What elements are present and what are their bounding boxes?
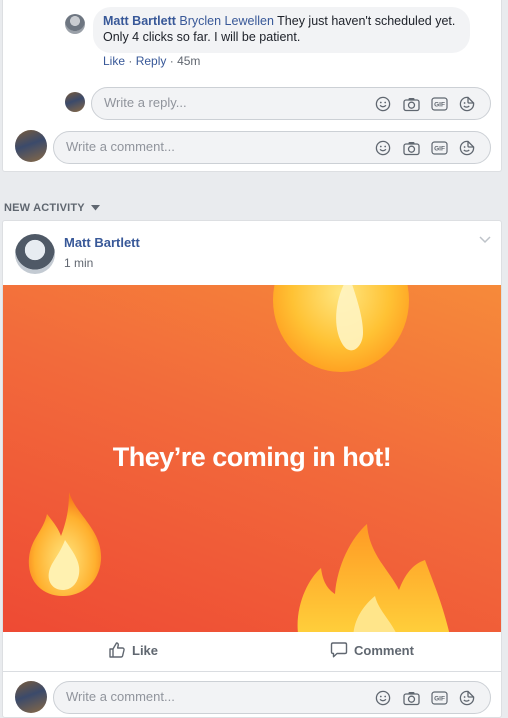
new-activity-header[interactable]: NEW ACTIVITY	[4, 202, 100, 214]
gif-icon[interactable]: GIF	[430, 689, 448, 707]
flame-icon	[28, 492, 102, 596]
banner-headline: They’re coming in hot!	[112, 442, 392, 472]
comment-bubble: Matt Bartlett Bryclen Lewellen They just…	[93, 7, 470, 53]
reply-tools: GIF	[374, 95, 476, 113]
chevron-down-icon[interactable]	[479, 233, 491, 247]
comment-tools: GIF	[374, 689, 476, 707]
reply-input[interactable]	[104, 95, 354, 110]
comment-input[interactable]	[66, 139, 316, 154]
flame-icon	[273, 285, 409, 372]
post-banner[interactable]: They’re coming in hot!	[3, 285, 501, 632]
reply-box: GIF	[91, 87, 491, 120]
comment-label: Comment	[354, 642, 414, 658]
thumbs-up-icon	[109, 642, 125, 658]
sticker-icon[interactable]	[458, 139, 476, 157]
gif-icon[interactable]: GIF	[430, 95, 448, 113]
svg-text:GIF: GIF	[434, 102, 445, 109]
comment-meta: Like · Reply · 45m	[103, 54, 200, 68]
svg-text:GIF: GIF	[434, 696, 445, 703]
current-user-avatar	[15, 681, 47, 713]
svg-text:GIF: GIF	[434, 146, 445, 153]
comment-like-link[interactable]: Like	[103, 54, 125, 68]
post-card: Matt Bartlett 1 min They’re coming in ho…	[2, 220, 502, 718]
post-timestamp[interactable]: 1 min	[64, 256, 93, 270]
comment-timestamp[interactable]: 45m	[177, 54, 200, 68]
sticker-icon[interactable]	[458, 95, 476, 113]
caret-down-icon	[90, 205, 100, 211]
comment-input[interactable]	[66, 689, 316, 704]
previous-post-card: Matt Bartlett Bryclen Lewellen They just…	[2, 0, 502, 172]
comment-tagged-user[interactable]: Bryclen Lewellen	[179, 14, 274, 28]
comment-tools: GIF	[374, 139, 476, 157]
sticker-icon[interactable]	[458, 689, 476, 707]
comment-reply-link[interactable]: Reply	[136, 54, 167, 68]
section-label: NEW ACTIVITY	[4, 202, 85, 214]
comment-author-avatar[interactable]	[65, 14, 85, 34]
comment-box: GIF	[53, 131, 491, 164]
post-author-name[interactable]: Matt Bartlett	[64, 235, 140, 250]
gif-icon[interactable]: GIF	[430, 139, 448, 157]
comment-button[interactable]: Comment	[330, 641, 414, 659]
like-label: Like	[132, 642, 159, 658]
post-actions: Like Comment	[3, 632, 501, 672]
smiley-icon[interactable]	[374, 689, 392, 707]
meta-separator: ·	[169, 54, 174, 68]
post-author-avatar[interactable]	[15, 234, 55, 274]
like-button[interactable]: Like	[108, 641, 158, 659]
current-user-avatar	[65, 92, 85, 112]
flame-icon	[297, 524, 450, 632]
camera-icon[interactable]	[402, 689, 420, 707]
smiley-icon[interactable]	[374, 139, 392, 157]
speech-bubble-icon	[330, 642, 348, 658]
camera-icon[interactable]	[402, 139, 420, 157]
meta-separator: ·	[128, 54, 133, 68]
comment-author-name[interactable]: Matt Bartlett	[103, 14, 176, 28]
camera-icon[interactable]	[402, 95, 420, 113]
smiley-icon[interactable]	[374, 95, 392, 113]
comment-box: GIF	[53, 681, 491, 714]
current-user-avatar	[15, 130, 47, 162]
